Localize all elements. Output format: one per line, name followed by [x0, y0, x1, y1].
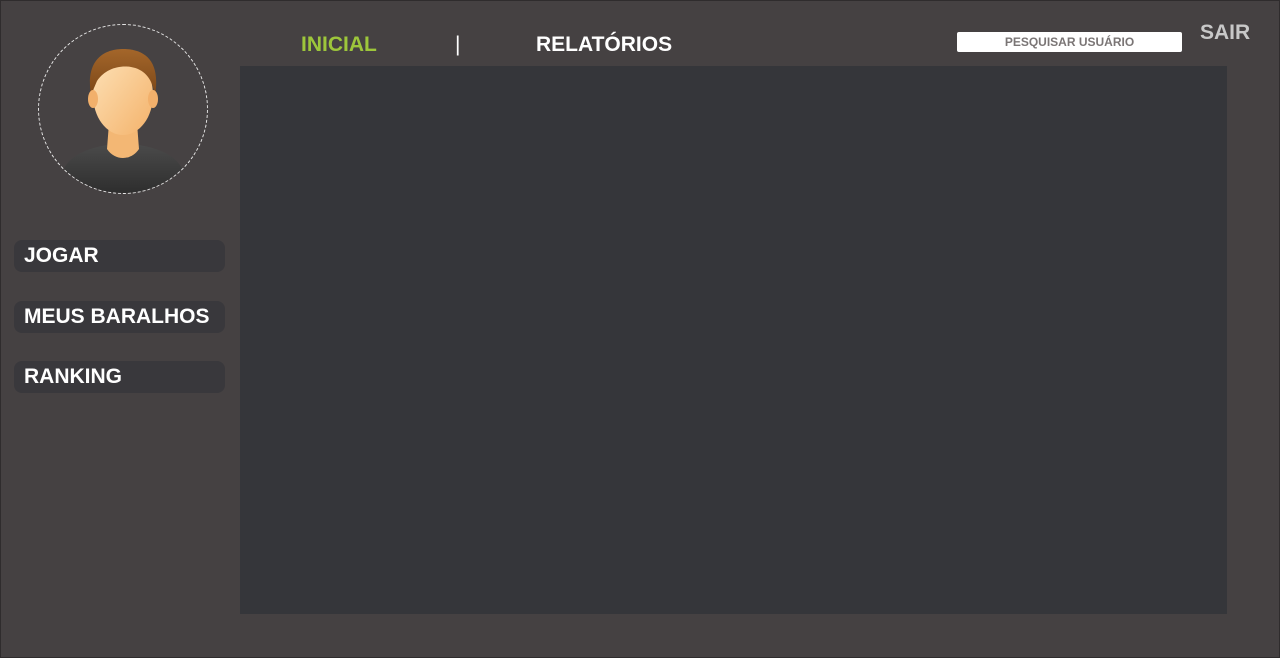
app-window: INICIAL | RELATÓRIOS SAIR JOGAR MEUS BAR…: [0, 0, 1280, 658]
sidebar-item-play[interactable]: JOGAR: [14, 240, 225, 272]
nav-home-link[interactable]: INICIAL: [301, 33, 377, 57]
nav-reports-link[interactable]: RELATÓRIOS: [536, 33, 672, 57]
nav-separator: |: [455, 33, 461, 56]
search-user-input[interactable]: [957, 32, 1182, 52]
sidebar-item-my-decks[interactable]: MEUS BARALHOS: [14, 301, 225, 333]
logout-button[interactable]: SAIR: [1200, 21, 1250, 45]
main-content-panel: [240, 66, 1227, 614]
user-avatar-icon: [57, 49, 189, 193]
profile-avatar[interactable]: [38, 24, 208, 194]
sidebar-item-ranking[interactable]: RANKING: [14, 361, 225, 393]
